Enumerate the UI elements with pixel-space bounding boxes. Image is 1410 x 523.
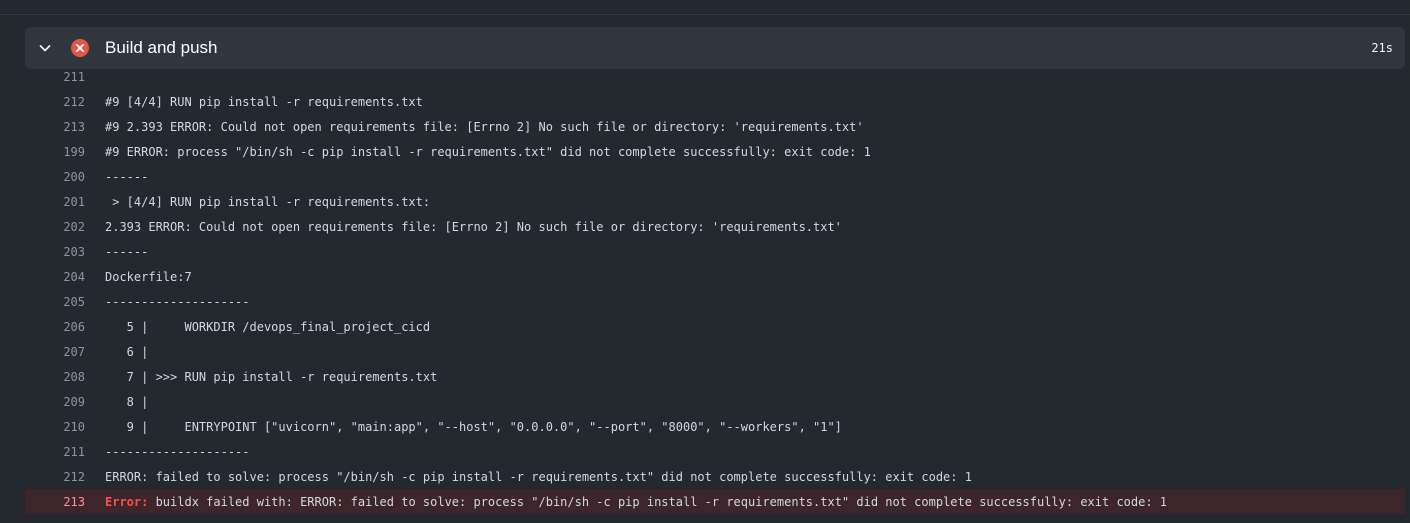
log-line: 206 5 | WORKDIR /devops_final_project_ci… (25, 314, 1405, 339)
top-strip (0, 0, 1410, 15)
log-line: 212 #9 [4/4] RUN pip install -r requireme… (25, 89, 1405, 114)
line-text: 5 | WORKDIR /devops_final_project_cicd (105, 319, 431, 334)
chevron-down-icon[interactable] (37, 40, 53, 56)
line-number[interactable]: 202 (25, 220, 105, 234)
log-line: 213 #9 2.393 ERROR: Could not open requir… (25, 114, 1405, 139)
line-text: 6 | (105, 344, 149, 359)
line-text: #9 ERROR: process "/bin/sh -c pip instal… (105, 144, 871, 159)
log-line: 203 ------ (25, 239, 1405, 264)
step-header[interactable]: Build and push 21s (25, 27, 1405, 69)
log-line: 208 7 | >>> RUN pip install -r requireme… (25, 364, 1405, 389)
line-text: 8 | (105, 394, 149, 409)
error-text: buildx failed with: ERROR: failed to sol… (148, 494, 1168, 509)
log-line: 210 9 | ENTRYPOINT ["uvicorn", "main:app… (25, 414, 1405, 439)
log-output: 211 212 #9 [4/4] RUN pip install -r requi… (25, 64, 1405, 514)
error-log-line: 213 Error: buildx failed with: ERROR: fai… (25, 489, 1405, 514)
step-duration: 21s (1371, 41, 1393, 55)
line-text: 2.393 ERROR: Could not open requirements… (105, 219, 842, 234)
line-text: -------------------- (105, 294, 250, 309)
line-text: #9 2.393 ERROR: Could not open requireme… (105, 119, 864, 134)
line-text: 9 | ENTRYPOINT ["uvicorn", "main:app", "… (105, 419, 842, 434)
log-line: 205 -------------------- (25, 289, 1405, 314)
line-number[interactable]: 208 (25, 370, 105, 384)
log-line: 199 #9 ERROR: process "/bin/sh -c pip ins… (25, 139, 1405, 164)
line-text: -------------------- (105, 444, 250, 459)
line-number[interactable]: 210 (25, 420, 105, 434)
line-number[interactable]: 201 (25, 195, 105, 209)
step-title: Build and push (105, 38, 218, 57)
log-line: 212 ERROR: failed to solve: process "/bin… (25, 464, 1405, 489)
log-line: 207 6 | (25, 339, 1405, 364)
line-number[interactable]: 213 (25, 120, 105, 134)
line-number[interactable]: 209 (25, 395, 105, 409)
line-number[interactable]: 213 (25, 495, 105, 509)
line-text: Dockerfile:7 (105, 269, 192, 284)
log-line: 211 (25, 64, 1405, 89)
log-line: 200 ------ (25, 164, 1405, 189)
line-text: > [4/4] RUN pip install -r requirements.… (105, 194, 431, 209)
line-text: 7 | >>> RUN pip install -r requirements.… (105, 369, 438, 384)
line-number[interactable]: 211 (25, 70, 105, 84)
line-number[interactable]: 205 (25, 295, 105, 309)
x-circle-icon (71, 39, 89, 57)
line-number[interactable]: 211 (25, 445, 105, 459)
log-line: 204 Dockerfile:7 (25, 264, 1405, 289)
log-line: 209 8 | (25, 389, 1405, 414)
line-number[interactable]: 203 (25, 245, 105, 259)
line-number[interactable]: 212 (25, 95, 105, 109)
line-number[interactable]: 199 (25, 145, 105, 159)
line-number[interactable]: 206 (25, 320, 105, 334)
log-line: 202 2.393 ERROR: Could not open requireme… (25, 214, 1405, 239)
log-line: 201 > [4/4] RUN pip install -r requireme… (25, 189, 1405, 214)
log-line: 211 -------------------- (25, 439, 1405, 464)
line-number[interactable]: 207 (25, 345, 105, 359)
error-label: Error: (105, 494, 149, 509)
line-text: #9 [4/4] RUN pip install -r requirements… (105, 94, 423, 109)
line-text: ------ (105, 169, 149, 184)
line-text: ------ (105, 244, 149, 259)
line-number[interactable]: 200 (25, 170, 105, 184)
line-number[interactable]: 212 (25, 470, 105, 484)
line-number[interactable]: 204 (25, 270, 105, 284)
line-text: ERROR: failed to solve: process "/bin/sh… (105, 469, 972, 484)
